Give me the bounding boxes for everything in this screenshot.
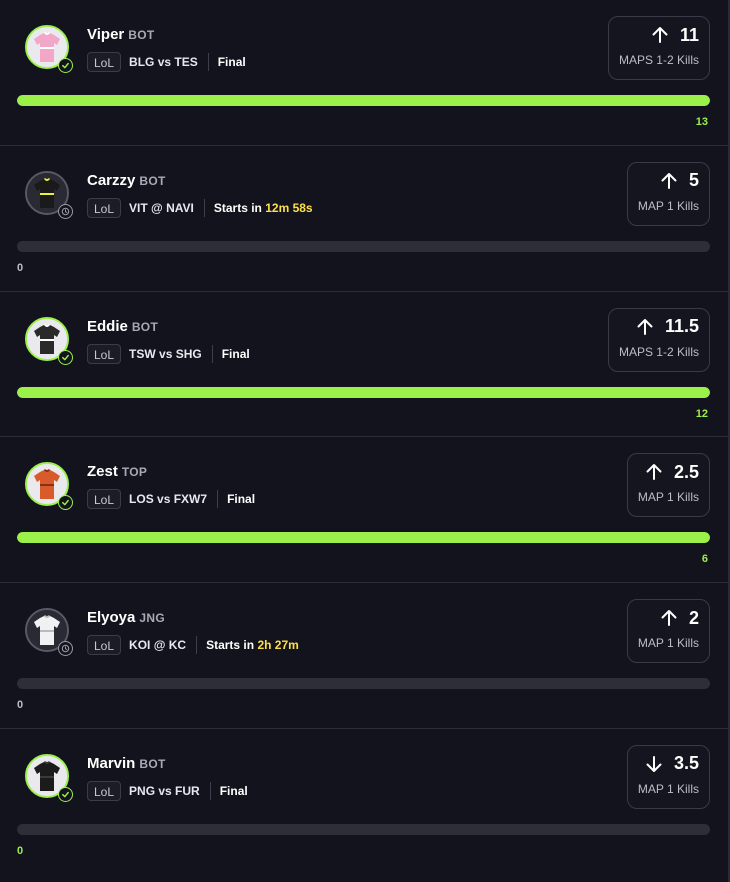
prop-row-zest[interactable]: Zest TOP LoL LOS vs FXW7 Final 2.5 MAP 1 … — [0, 437, 728, 584]
status-check-icon — [58, 349, 73, 365]
progress-fill — [17, 95, 710, 106]
result-value: 12 — [695, 407, 708, 420]
player-position: JNG — [139, 611, 165, 626]
divider — [209, 781, 211, 800]
result-value: 0 — [17, 844, 24, 857]
result-value: 6 — [701, 553, 708, 566]
progress-bar — [17, 386, 710, 398]
prop-row-marvin[interactable]: Marvin BOT LoL PNG vs FUR Final 3.5 MAP 1… — [0, 729, 728, 875]
status-check-icon — [58, 58, 73, 73]
progress-bar — [17, 240, 710, 252]
player-position: TOP — [121, 465, 148, 480]
stat-type: MAP 1 Kills — [637, 636, 699, 651]
league-badge: LoL — [87, 780, 122, 801]
stat-type: MAPS 1-2 Kills — [618, 344, 699, 359]
stat-type: MAP 1 Kills — [637, 781, 699, 796]
progress-fill — [17, 532, 710, 544]
stat-line-value: 5 — [688, 170, 699, 191]
progress-bar — [17, 678, 710, 690]
arrow-up-icon — [661, 172, 677, 189]
countdown: 12m 58s — [265, 200, 313, 215]
stat-type: MAP 1 Kills — [637, 198, 699, 213]
countdown: 2h 27m — [257, 638, 299, 653]
clock-icon — [58, 203, 73, 219]
league-badge: LoL — [87, 52, 122, 72]
player-name: Marvin — [87, 754, 136, 772]
player-avatar — [25, 462, 73, 511]
player-position: BOT — [139, 756, 166, 771]
progress-bar — [17, 532, 710, 544]
stat-line-value: 11.5 — [664, 316, 699, 337]
arrow-down-icon — [646, 755, 662, 772]
stat-line-value: 2.5 — [673, 461, 699, 482]
player-name: Elyoya — [87, 609, 136, 627]
divider — [211, 344, 213, 363]
result-value: 13 — [695, 116, 708, 128]
league-badge: LoL — [87, 197, 122, 218]
prop-row-eddie[interactable]: Eddie BOT LoL TSW vs SHG Final 11.5 MAPS … — [0, 292, 728, 438]
player-position: BOT — [139, 173, 166, 188]
matchup: BLG vs TES — [129, 55, 198, 69]
arrow-up-icon — [652, 27, 668, 43]
progress-fill — [17, 386, 710, 398]
matchup: PNG vs FUR — [129, 783, 200, 798]
result-value: 0 — [17, 261, 24, 274]
player-name: Viper — [87, 26, 125, 43]
league-badge: LoL — [87, 635, 122, 656]
player-position: BOT — [131, 319, 159, 334]
stat-line-value: 3.5 — [673, 753, 699, 774]
matchup: LOS vs FXW7 — [129, 492, 208, 507]
prop-row-viper[interactable]: Viper BOT LoL BLG vs TES Final 11 MAPS 1-… — [0, 0, 728, 146]
prop-row-elyoya[interactable]: Elyoya JNG LoL KOI @ KC Starts in 2h 27m … — [0, 583, 728, 729]
player-position: BOT — [128, 28, 155, 42]
stat-line-box[interactable]: 2 MAP 1 Kills — [626, 599, 710, 664]
divider — [217, 490, 219, 509]
stat-line-box[interactable]: 11.5 MAPS 1-2 Kills — [607, 307, 710, 372]
stat-line-value: 2 — [688, 607, 699, 628]
player-avatar — [25, 608, 73, 657]
player-name: Carzzy — [87, 171, 136, 189]
prop-list: Viper BOT LoL BLG vs TES Final 11 MAPS 1-… — [0, 0, 728, 875]
matchup: KOI @ KC — [129, 638, 187, 653]
stat-type: MAPS 1-2 Kills — [618, 53, 699, 67]
prop-row-carzzy[interactable]: Carzzy BOT LoL VIT @ NAVI Starts in 12m 5… — [0, 146, 728, 292]
game-status: Final — [219, 783, 248, 798]
player-avatar — [25, 753, 73, 802]
game-status: Starts in 2h 27m — [206, 638, 299, 653]
stat-line-box[interactable]: 11 MAPS 1-2 Kills — [607, 16, 710, 80]
progress-bar — [17, 95, 710, 106]
stat-type: MAP 1 Kills — [637, 490, 699, 505]
stat-line-box[interactable]: 5 MAP 1 Kills — [626, 161, 710, 226]
game-status: Final — [221, 346, 250, 361]
player-name: Eddie — [87, 317, 128, 335]
player-name: Zest — [87, 463, 118, 481]
stat-line-value: 11 — [679, 24, 699, 45]
stat-line-box[interactable]: 3.5 MAP 1 Kills — [626, 744, 710, 809]
player-avatar — [25, 170, 73, 219]
game-status: Starts in 12m 58s — [213, 200, 313, 215]
player-avatar — [25, 316, 73, 365]
divider — [203, 198, 205, 217]
matchup: TSW vs SHG — [129, 346, 202, 361]
divider — [207, 53, 209, 71]
status-check-icon — [58, 786, 73, 802]
status-check-icon — [58, 495, 73, 511]
progress-bar — [17, 823, 710, 835]
stat-line-box[interactable]: 2.5 MAP 1 Kills — [626, 453, 710, 518]
clock-icon — [58, 641, 73, 657]
game-status: Final — [227, 492, 256, 507]
divider — [196, 636, 198, 655]
league-badge: LoL — [87, 489, 122, 510]
league-badge: LoL — [87, 343, 122, 364]
arrow-up-icon — [637, 318, 653, 335]
matchup: VIT @ NAVI — [129, 200, 194, 215]
arrow-up-icon — [661, 610, 677, 627]
player-avatar — [25, 25, 73, 73]
game-status: Final — [217, 55, 246, 69]
result-value: 0 — [17, 699, 24, 712]
arrow-up-icon — [646, 464, 662, 481]
